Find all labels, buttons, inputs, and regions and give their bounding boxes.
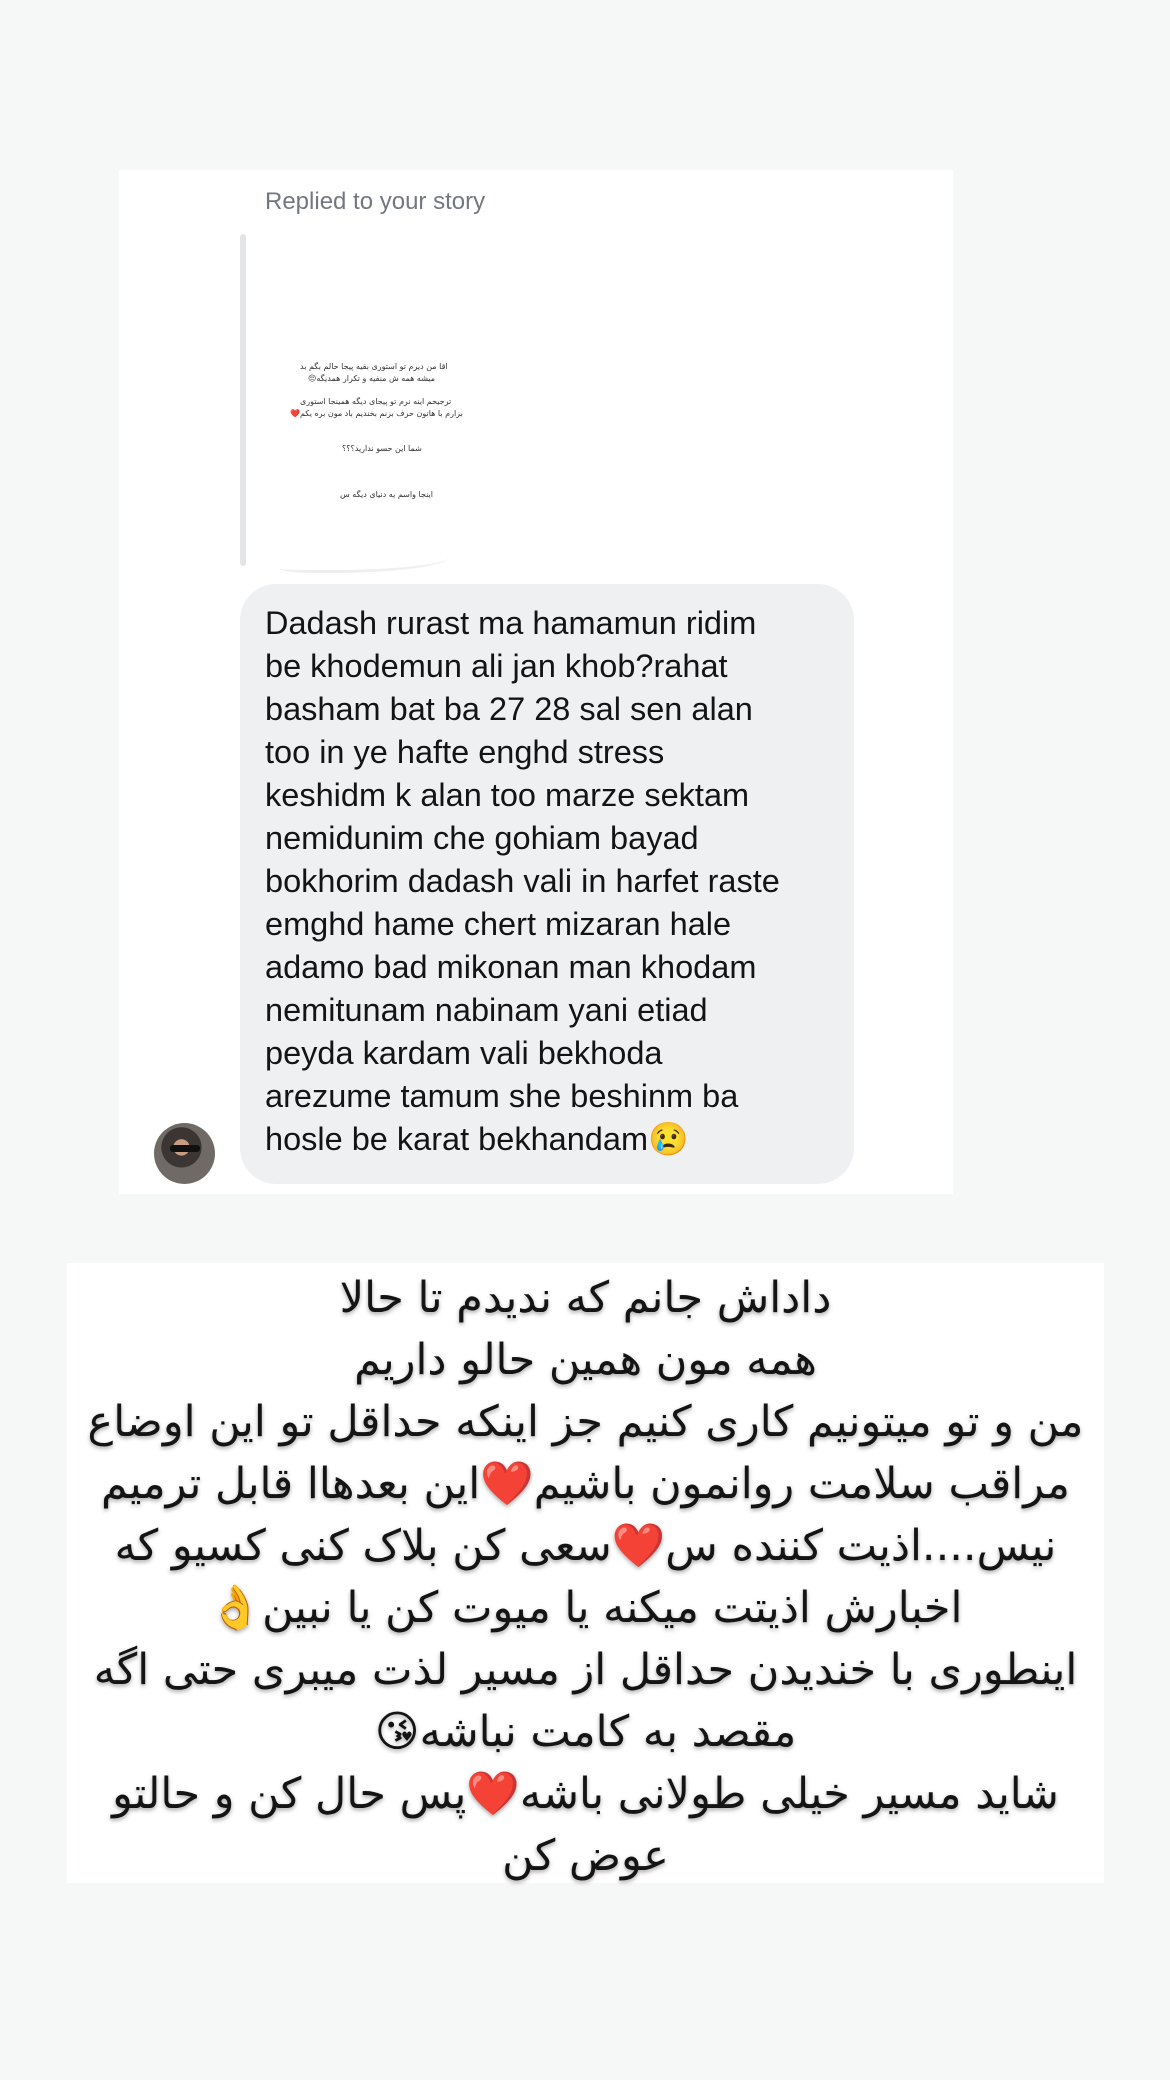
story-line: بزارم با هاتون حرف بزنم بخندیم باد مون ب…	[290, 409, 463, 418]
avatar-sunglasses	[170, 1145, 200, 1152]
story-thumbnail-edge	[279, 550, 449, 573]
story-caption-box: داداش جانم که ندیدم تا حالا همه مون همین…	[67, 1263, 1104, 1883]
story-caption-text: داداش جانم که ندیدم تا حالا همه مون همین…	[87, 1273, 1084, 1881]
story-line: اقا من دیرم تو استوری بقیه پیجا حالم بگم…	[300, 362, 448, 371]
story-reply-bar	[240, 234, 246, 566]
story-line: اینجا واسم یه دنیای دیگه س	[340, 490, 433, 499]
story-line: میشه همه ش منفیه و تکرار همدیگه😔	[308, 374, 436, 383]
replied-to-story-label: Replied to your story	[265, 188, 486, 215]
story-thumbnail[interactable]: اقا من دیرم تو استوری بقیه پیجا حالم بگم…	[260, 234, 463, 564]
message-bubble[interactable]: Dadash rurast ma hamamun ridim be khodem…	[240, 584, 854, 1184]
story-line: ترجیحم اینه نرم تو پیجای دیگه همینجا است…	[300, 397, 452, 406]
story-line: شما این حسو ندارید؟؟؟	[342, 444, 422, 453]
dm-story-reply-card: Replied to your story اقا من دیرم تو است…	[119, 170, 953, 1194]
sender-avatar[interactable]	[154, 1123, 215, 1184]
message-text: Dadash rurast ma hamamun ridim be khodem…	[265, 605, 780, 1157]
